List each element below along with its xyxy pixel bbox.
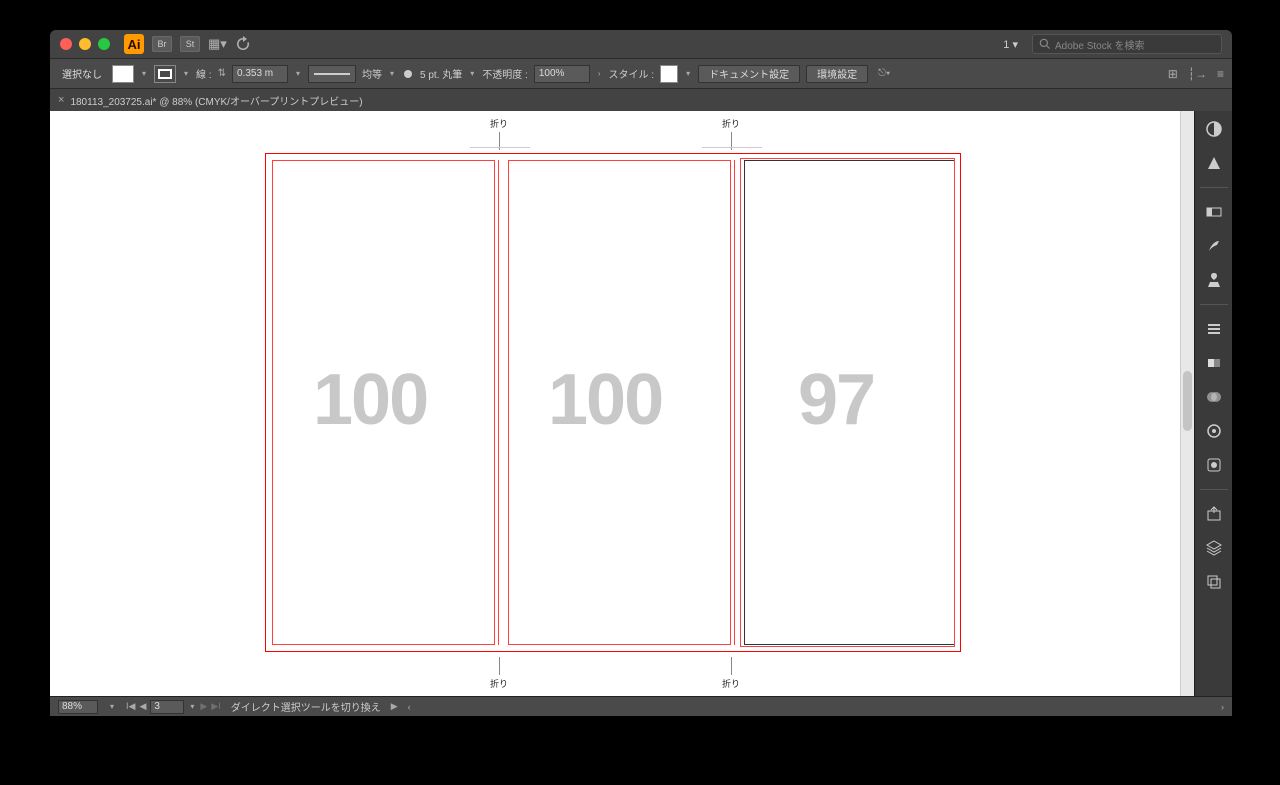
swatches-icon[interactable] (1204, 202, 1224, 222)
close-tab-icon[interactable]: × (58, 94, 64, 106)
stepper-icon[interactable]: ⇅ (218, 68, 226, 79)
app-icon: Ai (124, 34, 144, 54)
fold-mark-bottom: 折り (474, 657, 524, 690)
fold-mark-top: 折り (706, 117, 756, 150)
tab-title: 180113_203725.ai* @ 88% (CMYK/オーバープリントプレ… (70, 93, 362, 108)
stock-search[interactable]: Adobe Stock を検索 (1032, 34, 1222, 54)
preferences-button[interactable]: 環境設定 (806, 65, 868, 83)
zoom-input[interactable]: 88% (58, 700, 98, 714)
align-icon[interactable]: ⎋▾ (878, 68, 890, 79)
stroke-profile[interactable] (308, 65, 356, 83)
titlebar: Ai Br St ▦▾ 1 ▾ Adobe Stock を検索 (50, 30, 1232, 58)
chevron-down-icon[interactable]: ▾ (684, 69, 692, 78)
document-tab[interactable]: × 180113_203725.ai* @ 88% (CMYK/オーバープリント… (58, 93, 363, 108)
status-bar: 88% ▾ I◀ ◀ 3 ▾ ▶ ▶I ダイレクト選択ツールを切り換え ▶ ‹ … (50, 696, 1232, 716)
fold-guide (498, 160, 499, 645)
transparency-icon[interactable] (1204, 387, 1224, 407)
fold-guide (734, 160, 735, 645)
search-icon (1039, 38, 1051, 50)
menu-icon[interactable]: ≡ (1217, 67, 1224, 81)
chevron-down-icon[interactable]: ▾ (108, 702, 116, 711)
chevron-down-icon[interactable]: ▾ (468, 69, 476, 78)
style-swatch[interactable] (660, 65, 678, 83)
color-guide-icon[interactable] (1204, 153, 1224, 173)
chevron-down-icon[interactable]: ▾ (188, 702, 196, 711)
ruler-mark (702, 147, 762, 148)
play-icon[interactable]: ▶ (391, 701, 398, 712)
workspace-switcher[interactable]: 1 ▾ (997, 38, 1024, 51)
panel-width-3: 97 (798, 359, 874, 441)
fold-mark-top: 折り (474, 117, 524, 150)
app-window: Ai Br St ▦▾ 1 ▾ Adobe Stock を検索 選択なし ▾ ▾… (50, 30, 1232, 716)
document-tabs: × 180113_203725.ai* @ 88% (CMYK/オーバープリント… (50, 89, 1232, 111)
first-icon[interactable]: I◀ (126, 701, 135, 712)
panel-width-2: 100 (548, 359, 662, 441)
stock-badge[interactable]: St (180, 36, 200, 52)
artboard-number-input[interactable]: 3 (150, 700, 184, 714)
selection-label: 選択なし (58, 66, 106, 81)
color-icon[interactable] (1204, 119, 1224, 139)
artboard-nav: I◀ ◀ 3 ▾ ▶ ▶I (126, 700, 221, 714)
appearance-icon[interactable] (1204, 421, 1224, 441)
artboards-icon[interactable] (1204, 572, 1224, 592)
panel-dock (1194, 111, 1232, 696)
chevron-down-icon[interactable]: ▾ (140, 69, 148, 78)
chevron-down-icon[interactable]: ▾ (182, 69, 190, 78)
align-panel-icon[interactable]: ┆→ (1188, 67, 1207, 81)
profile-label: 均等 (362, 66, 382, 81)
style-label: スタイル : (609, 66, 655, 81)
scrollbar-thumb[interactable] (1183, 371, 1192, 431)
document-setup-button[interactable]: ドキュメント設定 (698, 65, 800, 83)
collapse-icon[interactable]: ‹ (408, 702, 411, 712)
gradient-icon[interactable] (1204, 353, 1224, 373)
stock-search-placeholder: Adobe Stock を検索 (1055, 37, 1144, 52)
arrange-icon[interactable]: ▦▾ (208, 36, 227, 52)
chevron-down-icon[interactable]: ▾ (294, 69, 302, 78)
prev-icon[interactable]: ◀ (139, 701, 146, 712)
export-icon[interactable] (1204, 504, 1224, 524)
vertical-scrollbar[interactable] (1180, 111, 1194, 696)
minimize-icon[interactable] (79, 38, 91, 50)
maximize-icon[interactable] (98, 38, 110, 50)
stroke-icon[interactable] (1204, 319, 1224, 339)
tick-icon (499, 657, 500, 675)
chevron-down-icon[interactable]: ▾ (388, 69, 396, 78)
brush-dot-icon (404, 70, 412, 78)
close-icon[interactable] (60, 38, 72, 50)
next-icon[interactable]: ▶ (200, 701, 207, 712)
opacity-input[interactable]: 100% (534, 65, 590, 83)
status-hint: ダイレクト選択ツールを切り換え (231, 699, 381, 714)
ruler-mark (470, 147, 530, 148)
fold-mark-bottom: 折り (706, 657, 756, 690)
stroke-weight-input[interactable]: 0.353 m (232, 65, 288, 83)
window-controls (60, 38, 110, 50)
stroke-swatch[interactable] (154, 65, 176, 83)
last-icon[interactable]: ▶I (211, 701, 220, 712)
canvas[interactable]: 100 100 97 折り 折り 折り 折り (50, 111, 1194, 696)
graphic-styles-icon[interactable] (1204, 455, 1224, 475)
control-bar: 選択なし ▾ ▾ 線 : ⇅ 0.353 m ▾ 均等 ▾ 5 pt. 丸筆 ▾ 不透… (50, 58, 1232, 89)
brushes-icon[interactable] (1204, 236, 1224, 256)
chevron-right-icon[interactable]: › (596, 69, 603, 78)
canvas-area[interactable]: 100 100 97 折り 折り 折り 折り (50, 111, 1194, 696)
layers-icon[interactable] (1204, 538, 1224, 558)
bridge-badge[interactable]: Br (152, 36, 172, 52)
stroke-label: 線 : (196, 66, 212, 81)
panel-width-1: 100 (313, 359, 427, 441)
brush-label[interactable]: 5 pt. 丸筆 (420, 66, 462, 81)
scroll-right-icon[interactable]: › (1221, 702, 1224, 712)
tick-icon (731, 657, 732, 675)
fill-swatch[interactable] (112, 65, 134, 83)
sync-icon[interactable] (235, 36, 251, 52)
opacity-label: 不透明度 : (482, 66, 528, 81)
transform-icon[interactable]: ⊞ (1168, 67, 1178, 81)
symbols-icon[interactable] (1204, 270, 1224, 290)
